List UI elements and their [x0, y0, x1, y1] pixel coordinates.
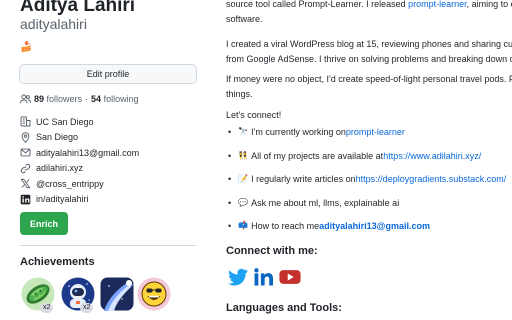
speech-bubble-icon: 💬 — [238, 197, 249, 207]
prompt-learner-link[interactable]: prompt-learner — [408, 0, 467, 9]
list-item: 💬 Ask me about ml, llms, explainable ai — [226, 198, 506, 222]
telescope-icon: 🔭 — [238, 127, 249, 136]
divider — [20, 245, 196, 246]
list-item-text: All of my projects are available at — [251, 150, 384, 161]
mailbox-icon: 📫 — [238, 221, 249, 230]
status-emoji[interactable]: 🍰 — [20, 42, 32, 54]
people-emoji-icon: 👯 — [238, 150, 249, 160]
list-item: 📫 How to reach me adityalahiri13@gmail.c… — [226, 221, 506, 245]
achievements-title: Achievements — [20, 256, 95, 268]
following-link[interactable]: 54 following — [91, 94, 139, 104]
link-icon — [20, 163, 31, 174]
list-item: 👯 All of my projects are available at ht… — [226, 151, 506, 175]
x-logo-icon — [20, 178, 31, 189]
substack-link[interactable]: https://deploygradients.substack.com/ — [356, 174, 507, 184]
followers-link[interactable]: 89 followers — [34, 94, 82, 104]
readme-para2-line2: from Google AdSense. I thrive on solving… — [226, 54, 512, 64]
list-item-text: I'm currently working on — [251, 127, 346, 137]
website-link[interactable]: https://www.adilahiri.xyz/ — [383, 151, 481, 161]
readme-intro-line2: software. — [226, 14, 263, 24]
detail-website-text[interactable]: adilahiri.xyz — [36, 163, 83, 173]
list-item: 🔭 I'm currently working on prompt-learne… — [226, 127, 506, 151]
languages-heading: Languages and Tools: — [226, 302, 342, 314]
twitter-icon[interactable] — [228, 268, 248, 286]
readme-intro-line1: source tool called Prompt-Learner. I rel… — [226, 0, 512, 12]
detail-location-text: San Diego — [36, 132, 79, 143]
detail-x-text[interactable]: @cross_entrippy — [36, 179, 104, 189]
detail-organization: UC San Diego — [20, 114, 139, 130]
connect-heading: Connect with me: — [226, 245, 318, 257]
readme-para3-line2: things. — [226, 89, 253, 99]
profile-details: UC San Diego San Diego adityalahiri13@gm… — [20, 114, 139, 207]
location-icon — [20, 132, 31, 143]
detail-linkedin-text[interactable]: in/adityalahiri — [36, 194, 89, 204]
mail-icon — [20, 147, 31, 158]
detail-organization-text: UC San Diego — [36, 116, 94, 127]
list-item: 📝 I regularly write articles on https://… — [226, 174, 506, 198]
profile-sidebar: Aditya Lahiri adityalahiri 🍰 Edit profil… — [0, 0, 212, 320]
detail-x[interactable]: @cross_entrippy — [20, 176, 139, 192]
following-label: following — [103, 94, 139, 104]
profile-login: adityalahiri — [20, 16, 87, 32]
followers-label: followers — [46, 94, 83, 104]
readme-list: 🔭 I'm currently working on prompt-learne… — [226, 127, 506, 245]
prompt-learner-repo-link[interactable]: prompt-learner — [346, 127, 405, 137]
grinning-face-badge-icon[interactable] — [137, 277, 171, 311]
list-item-text: Ask me about ml, llms, explainable ai — [251, 197, 400, 208]
detail-email-text[interactable]: adityalahiri13@gmail.com — [36, 148, 139, 158]
memo-icon: 📝 — [238, 174, 249, 183]
enrich-button[interactable]: Enrich — [20, 212, 68, 235]
separator: · — [85, 94, 89, 104]
badge-count: x2 — [40, 303, 54, 313]
intro-text-tail: , aiming to en — [466, 0, 512, 9]
list-item-text: I regularly write articles on — [251, 174, 356, 184]
list-item-text: How to reach me — [251, 221, 320, 231]
detail-email[interactable]: adityalahiri13@gmail.com — [20, 145, 139, 161]
readme-para2-line1: I created a viral WordPress blog at 15, … — [226, 39, 512, 49]
linkedin-icon[interactable] — [254, 268, 274, 286]
linkedin-icon — [20, 194, 31, 205]
comet-badge-icon[interactable] — [100, 277, 134, 311]
people-icon — [20, 94, 31, 104]
followers-count: 89 — [34, 94, 45, 104]
readme-panel: source tool called Prompt-Learner. I rel… — [212, 0, 512, 320]
badge-count: x2 — [80, 303, 94, 313]
readme-connect-line: Let's connect! — [226, 110, 282, 120]
organization-icon — [20, 116, 31, 127]
edit-profile-button[interactable]: Edit profile — [19, 64, 197, 84]
follow-stats: 89 followers · 54 following — [20, 94, 139, 104]
email-link[interactable]: adityalahiri13@gmail.com — [319, 221, 430, 231]
youtube-icon[interactable] — [279, 268, 301, 286]
following-count: 54 — [91, 94, 102, 104]
detail-linkedin[interactable]: in/adityalahiri — [20, 192, 139, 208]
detail-location: San Diego — [20, 130, 139, 146]
intro-text: source tool called Prompt-Learner. I rel… — [226, 0, 409, 9]
detail-website[interactable]: adilahiri.xyz — [20, 161, 139, 177]
readme-para3-line1: If money were no object, I'd create spee… — [226, 74, 512, 84]
